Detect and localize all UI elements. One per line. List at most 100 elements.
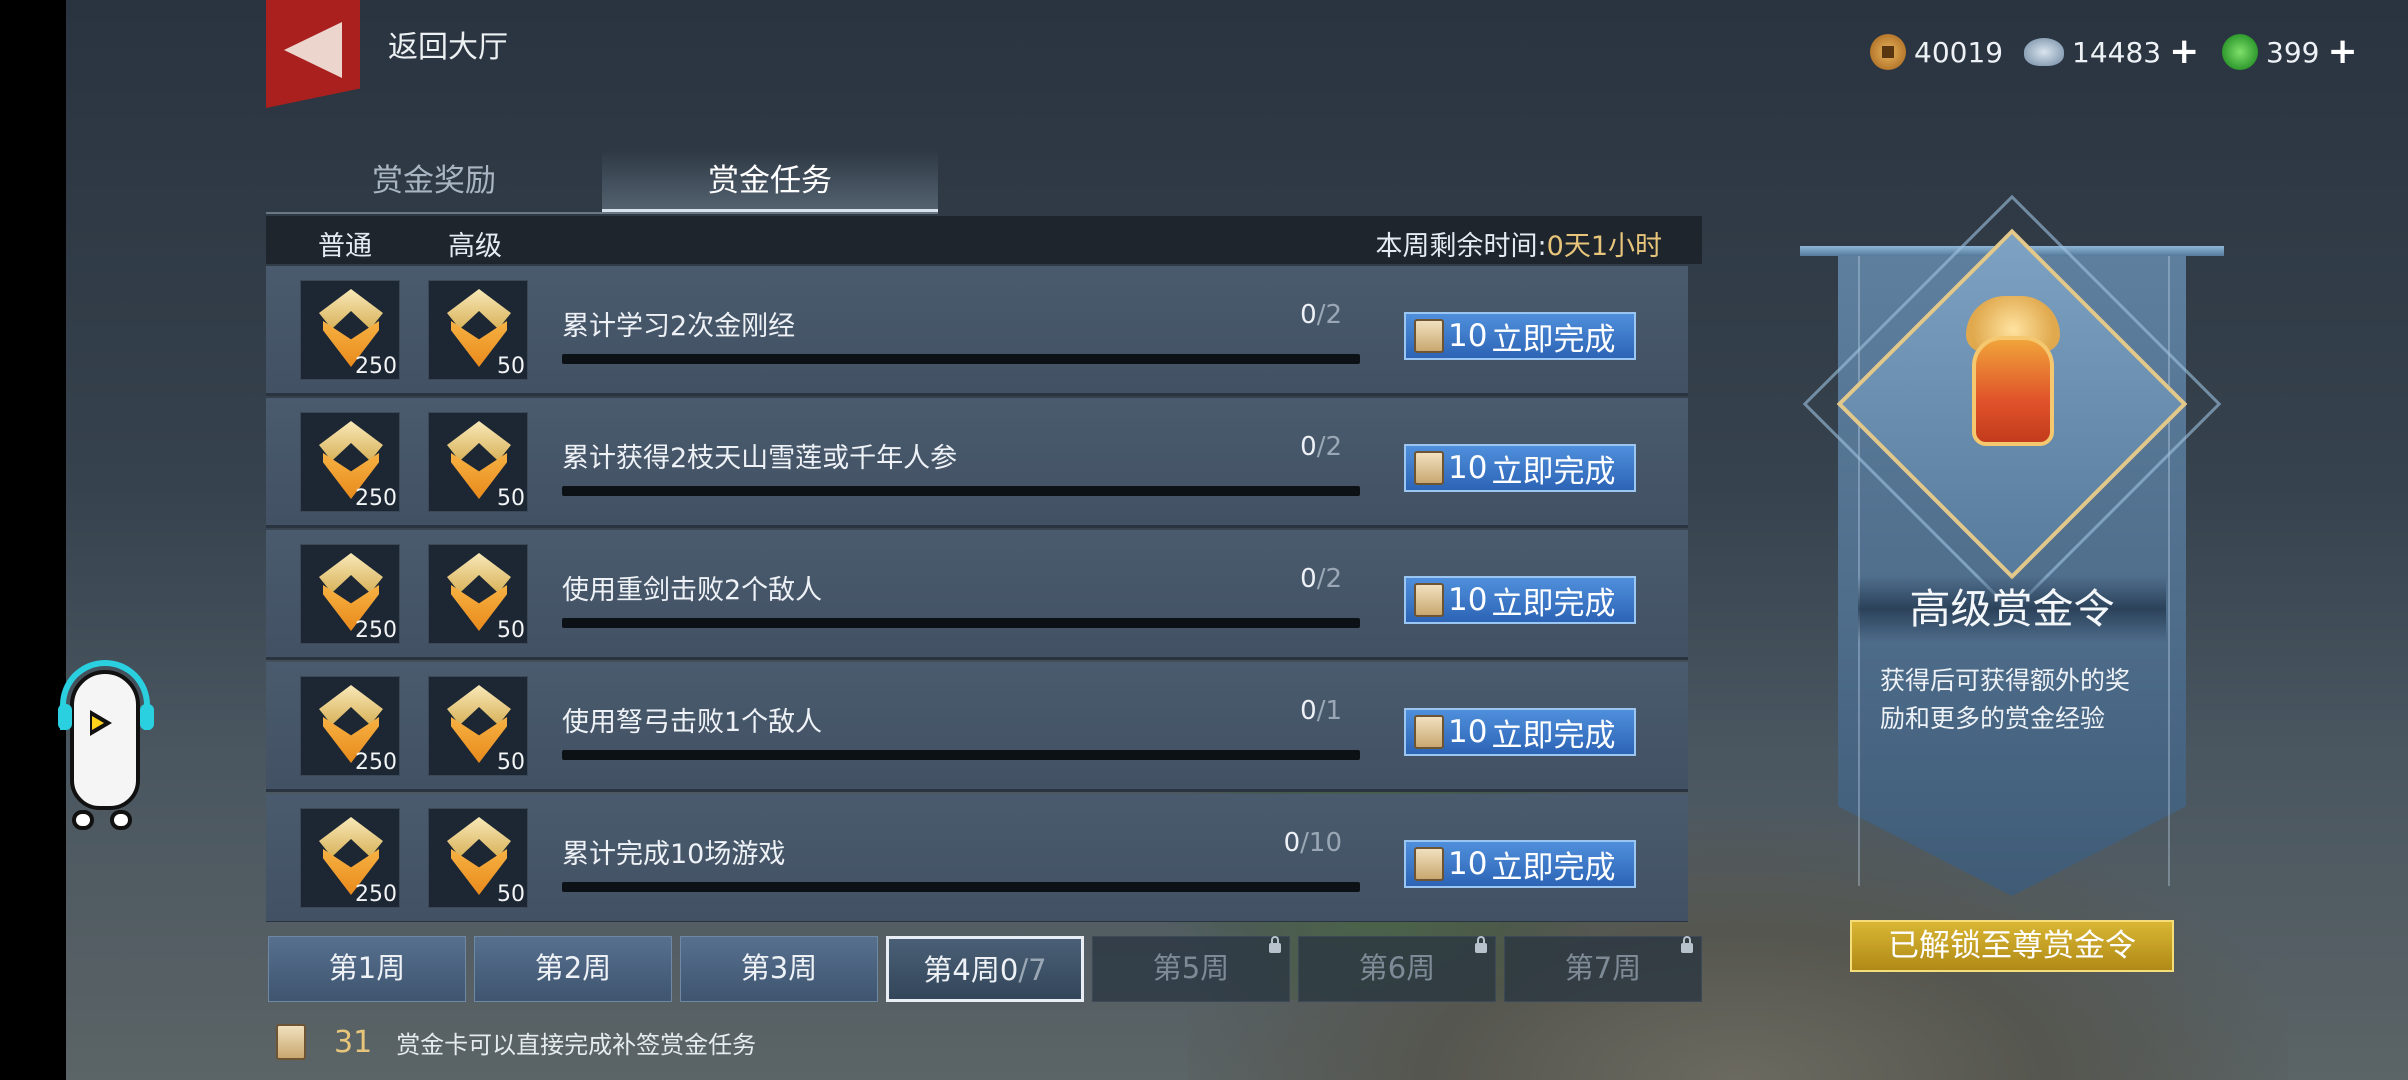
reward-advanced-icon[interactable]: 50 — [428, 676, 528, 776]
reward-normal-icon[interactable]: 250 — [300, 544, 400, 644]
reward-amount: 50 — [497, 882, 525, 907]
add-jade-button[interactable]: + — [2327, 34, 2357, 70]
add-silver-button[interactable]: + — [2169, 34, 2199, 70]
button-label: 立即完成 — [1491, 321, 1616, 358]
headphone-ear-right — [140, 704, 154, 730]
instant-complete-button[interactable]: 10 立即完成 — [1404, 576, 1636, 624]
reward-advanced-icon[interactable]: 50 — [428, 280, 528, 380]
reward-normal-icon[interactable]: 250 — [300, 280, 400, 380]
progress-current: 0 — [1300, 300, 1317, 330]
column-normal: 普通 — [318, 231, 372, 262]
week-tab-7[interactable]: 第7周 — [1504, 936, 1702, 1002]
reward-amount: 50 — [497, 354, 525, 379]
task-list[interactable]: 250 50 累计学习2次金刚经 0/2 10 立即完成 250 50 累计获得2… — [266, 266, 1688, 922]
task-progress-bar — [562, 750, 1360, 760]
week-tab-2[interactable]: 第2周 — [474, 936, 672, 1002]
bounty-card-icon — [276, 1024, 306, 1060]
reward-advanced-icon[interactable]: 50 — [428, 808, 528, 908]
week-remaining-time: 本周剩余时间:0天1小时 — [1376, 224, 1662, 263]
reward-amount: 250 — [355, 354, 397, 379]
back-arrow-icon — [284, 22, 342, 78]
progress-current: 0 — [1300, 432, 1317, 462]
task-progress-bar — [562, 882, 1360, 892]
lock-icon — [1475, 936, 1487, 953]
currency-amount: 399 — [2266, 35, 2320, 69]
exp-arrow-icon — [319, 421, 383, 461]
exp-arrow-icon — [319, 289, 383, 329]
task-progress: 0/1 — [1300, 696, 1342, 726]
week-tab-6[interactable]: 第6周 — [1298, 936, 1496, 1002]
week-tab-1[interactable]: 第1周 — [268, 936, 466, 1002]
button-cost: 10 — [1448, 318, 1488, 354]
instant-complete-button[interactable]: 10 立即完成 — [1404, 840, 1636, 888]
reward-amount: 250 — [355, 750, 397, 775]
week-label: 第4周 — [923, 953, 1000, 987]
task-progress-bar — [562, 354, 1360, 364]
task-table-header: 普通 高级 本周剩余时间:0天1小时 — [266, 216, 1702, 264]
currency-amount: 14483 — [2072, 35, 2162, 69]
week-tab-4[interactable]: 第4周0/7 — [886, 936, 1084, 1002]
task-row: 250 50 累计学习2次金刚经 0/2 10 立即完成 — [266, 266, 1688, 396]
task-progress-bar — [562, 486, 1360, 496]
play-icon — [90, 710, 112, 736]
bounty-token-icon — [1972, 336, 2054, 446]
task-progress: 0/2 — [1300, 300, 1342, 330]
instant-complete-button[interactable]: 10 立即完成 — [1404, 312, 1636, 360]
headphone-ear-left — [58, 704, 72, 730]
task-progress-bar — [562, 618, 1360, 628]
tab-bounty-rewards[interactable]: 赏金奖励 — [266, 150, 602, 212]
button-cost: 10 — [1448, 846, 1488, 882]
button-cost: 10 — [1448, 714, 1488, 750]
button-label: 立即完成 — [1491, 849, 1616, 886]
column-advanced: 高级 — [448, 231, 502, 262]
exp-arrow-icon — [319, 553, 383, 593]
exp-arrow-icon — [447, 421, 511, 461]
instant-complete-button[interactable]: 10 立即完成 — [1404, 444, 1636, 492]
button-label: 立即完成 — [1491, 717, 1616, 754]
bounty-card-icon — [1414, 715, 1444, 749]
exp-arrow-icon — [319, 685, 383, 725]
copper-coin-icon — [1870, 34, 1906, 70]
progress-total: /1 — [1316, 696, 1342, 726]
unlocked-supreme-button[interactable]: 已解锁至尊赏金令 — [1850, 920, 2174, 972]
progress-total: /2 — [1316, 432, 1342, 462]
back-to-lobby-label[interactable]: 返回大厅 — [388, 22, 508, 66]
exp-arrow-icon — [319, 817, 383, 857]
reward-advanced-icon[interactable]: 50 — [428, 544, 528, 644]
reward-advanced-icon[interactable]: 50 — [428, 412, 528, 512]
bounty-card-icon — [1414, 847, 1444, 881]
week-tab-5[interactable]: 第5周 — [1092, 936, 1290, 1002]
currency-silver: 14483 + — [2024, 30, 2199, 74]
week-total: /7 — [1018, 953, 1047, 987]
reward-amount: 50 — [497, 618, 525, 643]
tab-bounty-tasks[interactable]: 赏金任务 — [602, 150, 938, 212]
task-row: 250 50 累计完成10场游戏 0/10 10 立即完成 — [266, 794, 1688, 922]
button-cost: 10 — [1448, 450, 1488, 486]
back-button[interactable] — [266, 0, 360, 108]
reward-normal-icon[interactable]: 250 — [300, 412, 400, 512]
progress-current: 0 — [1300, 696, 1317, 726]
exp-arrow-icon — [447, 553, 511, 593]
reward-amount: 250 — [355, 882, 397, 907]
currency-jade: 399 + — [2222, 30, 2358, 74]
progress-total: /10 — [1300, 828, 1342, 858]
progress-current: 0 — [1283, 828, 1301, 858]
reward-amount: 50 — [497, 486, 525, 511]
exp-arrow-icon — [447, 289, 511, 329]
progress-total: /2 — [1316, 564, 1342, 594]
week-count: 0 — [999, 953, 1019, 987]
assistant-mascot-icon[interactable] — [58, 660, 154, 840]
exp-arrow-icon — [447, 817, 511, 857]
bounty-card-icon — [1414, 451, 1444, 485]
week-label: 第6周 — [1358, 951, 1436, 985]
currency-amount: 40019 — [1914, 35, 2004, 69]
button-label: 立即完成 — [1491, 585, 1616, 622]
reward-normal-icon[interactable]: 250 — [300, 808, 400, 908]
lock-icon — [1681, 936, 1693, 953]
week-tab-3[interactable]: 第3周 — [680, 936, 878, 1002]
banner-description: 获得后可获得额外的奖励和更多的赏金经验 — [1880, 666, 2131, 733]
instant-complete-button[interactable]: 10 立即完成 — [1404, 708, 1636, 756]
task-name: 使用重剑击败2个敌人 — [562, 575, 823, 606]
button-label: 立即完成 — [1491, 453, 1616, 490]
reward-normal-icon[interactable]: 250 — [300, 676, 400, 776]
